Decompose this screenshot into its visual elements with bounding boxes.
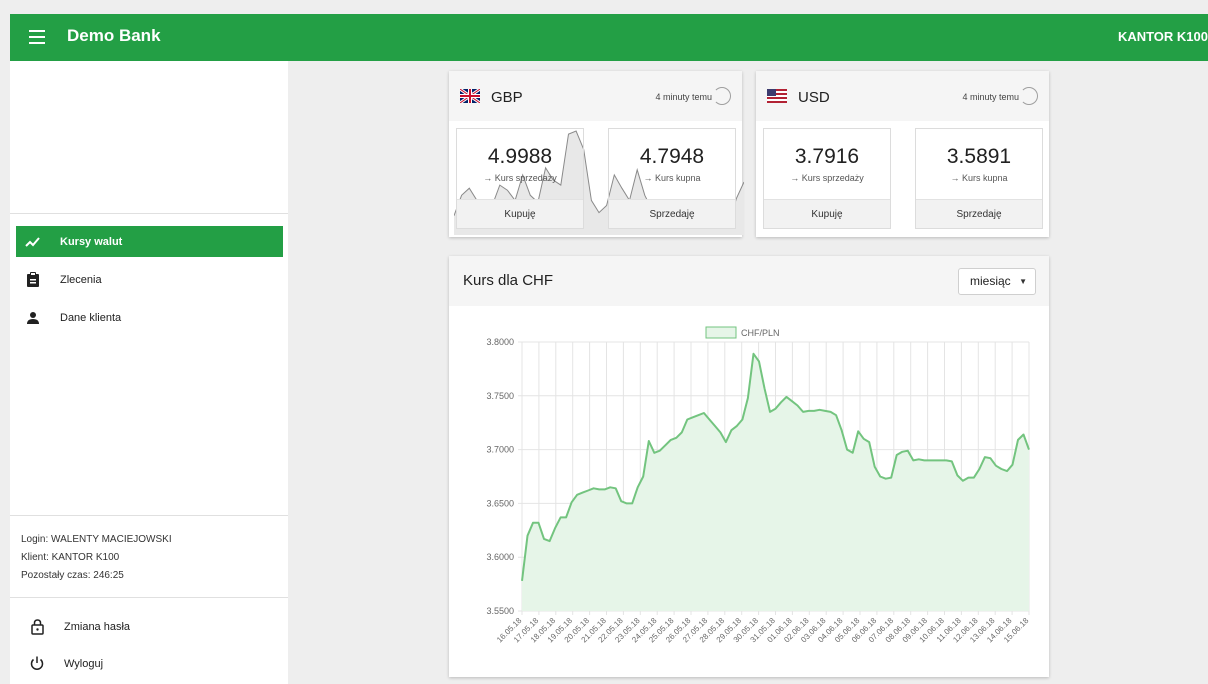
- change-password-label: Zmiana hasła: [64, 621, 131, 633]
- lock-icon: [26, 619, 48, 635]
- sidebar-item-label: Dane klienta: [60, 311, 122, 324]
- sell-rate-value: 3.7916: [794, 145, 860, 168]
- sidebar-divider: [10, 597, 288, 598]
- sell-usd-button[interactable]: Sprzedaję: [916, 199, 1042, 228]
- card-header: GBP 4 minuty temu: [449, 71, 742, 121]
- chart-header: Kurs dla CHF miesiąc ▼: [449, 256, 1049, 306]
- top-app-bar: Demo Bank KANTOR K100: [10, 14, 1208, 61]
- sell-rate-box: 3.7916 → Kurs sprzedaży Kupuję: [763, 128, 891, 229]
- sidebar-item-zlecenia[interactable]: Zlecenia: [16, 264, 283, 295]
- logout-label: Wyloguj: [64, 657, 104, 670]
- client-text: Klient: KANTOR K100: [21, 552, 120, 563]
- y-tick-label: 3.8000: [486, 337, 514, 347]
- app-title: Demo Bank: [67, 26, 161, 45]
- rate-card-gbp: GBP 4 minuty temu 4.9988 → Kurs sprzedaż…: [449, 71, 744, 237]
- sidebar: Kursy walut Zlecenia Dane klienta Login:…: [10, 61, 288, 684]
- buy-rate-label: → Kurs kupna: [950, 173, 1008, 183]
- updated-time: 4 minuty temu: [655, 92, 712, 102]
- legend-swatch: [705, 326, 737, 339]
- y-tick-label: 3.7500: [486, 391, 514, 401]
- sell-rate-value: 4.9988: [487, 145, 553, 168]
- y-tick-label: 3.6500: [486, 498, 514, 508]
- sidebar-divider: [10, 515, 288, 516]
- sell-rate-label: → Kurs sprzedaży: [483, 173, 557, 183]
- clipboard-icon: [16, 272, 50, 287]
- buy-rate-box: 3.5891 → Kurs kupna Sprzedaję: [915, 128, 1043, 229]
- person-icon: [16, 311, 50, 324]
- login-text: Login: WALENTY MACIEJOWSKI: [21, 534, 172, 545]
- period-select-value: miesiąc: [970, 274, 1011, 288]
- logout-button[interactable]: Wyloguj: [26, 656, 103, 671]
- sidebar-item-label: Zlecenia: [60, 273, 102, 286]
- caret-down-icon: ▼: [1019, 277, 1027, 286]
- sell-rate-label: → Kurs sprzedaży: [790, 173, 864, 183]
- currency-code: GBP: [491, 89, 523, 106]
- period-select[interactable]: miesiąc ▼: [958, 268, 1036, 295]
- session-info: Login: WALENTY MACIEJOWSKI Klient: KANTO…: [21, 531, 172, 585]
- sidebar-item-kursy-walut[interactable]: Kursy walut: [16, 226, 283, 257]
- sidebar-item-label: Kursy walut: [60, 235, 123, 248]
- y-tick-label: 3.5500: [486, 606, 514, 616]
- buy-rate-label: → Kurs kupna: [643, 173, 701, 183]
- account-label: KANTOR K100: [1117, 29, 1208, 44]
- buy-rate-value: 3.5891: [946, 145, 1012, 168]
- power-icon: [26, 656, 48, 671]
- chart-title: Kurs dla CHF: [463, 272, 554, 289]
- buy-rate-box: 4.7948 → Kurs kupna Sprzedaję: [608, 128, 736, 229]
- updated-time: 4 minuty temu: [962, 92, 1019, 102]
- uk-flag-icon: [460, 89, 480, 103]
- currency-code: USD: [798, 89, 830, 106]
- trending-up-icon: [16, 236, 50, 248]
- refresh-spinner-icon[interactable]: [713, 87, 731, 105]
- chart-card: Kurs dla CHF miesiąc ▼ CHF/PLN 3.8000 3.75…: [449, 256, 1049, 677]
- refresh-spinner-icon[interactable]: [1020, 87, 1038, 105]
- y-tick-label: 3.7000: [486, 445, 514, 455]
- us-flag-icon: [767, 89, 787, 103]
- sidebar-item-dane-klienta[interactable]: Dane klienta: [16, 302, 283, 333]
- buy-usd-button[interactable]: Kupuję: [764, 199, 890, 228]
- rate-card-usd: USD 4 minuty temu 3.7916 → Kurs sprzedaż…: [756, 71, 1049, 237]
- card-header: USD 4 minuty temu: [756, 71, 1049, 121]
- buy-gbp-button[interactable]: Kupuję: [457, 199, 583, 228]
- remaining-time-text: Pozostały czas: 246:25: [21, 570, 124, 581]
- sidebar-divider: [10, 213, 288, 214]
- menu-icon[interactable]: [29, 30, 45, 44]
- buy-rate-value: 4.7948: [639, 145, 705, 168]
- legend-label: CHF/PLN: [741, 328, 780, 338]
- sell-gbp-button[interactable]: Sprzedaję: [609, 199, 735, 228]
- y-tick-label: 3.6000: [486, 552, 514, 562]
- sell-rate-box: 4.9988 → Kurs sprzedaży Kupuję: [456, 128, 584, 229]
- rate-chart: CHF/PLN 3.8000 3.7500 3.7000 3.6500 3.6000 3.5…: [486, 326, 1031, 644]
- change-password-button[interactable]: Zmiana hasła: [26, 619, 130, 635]
